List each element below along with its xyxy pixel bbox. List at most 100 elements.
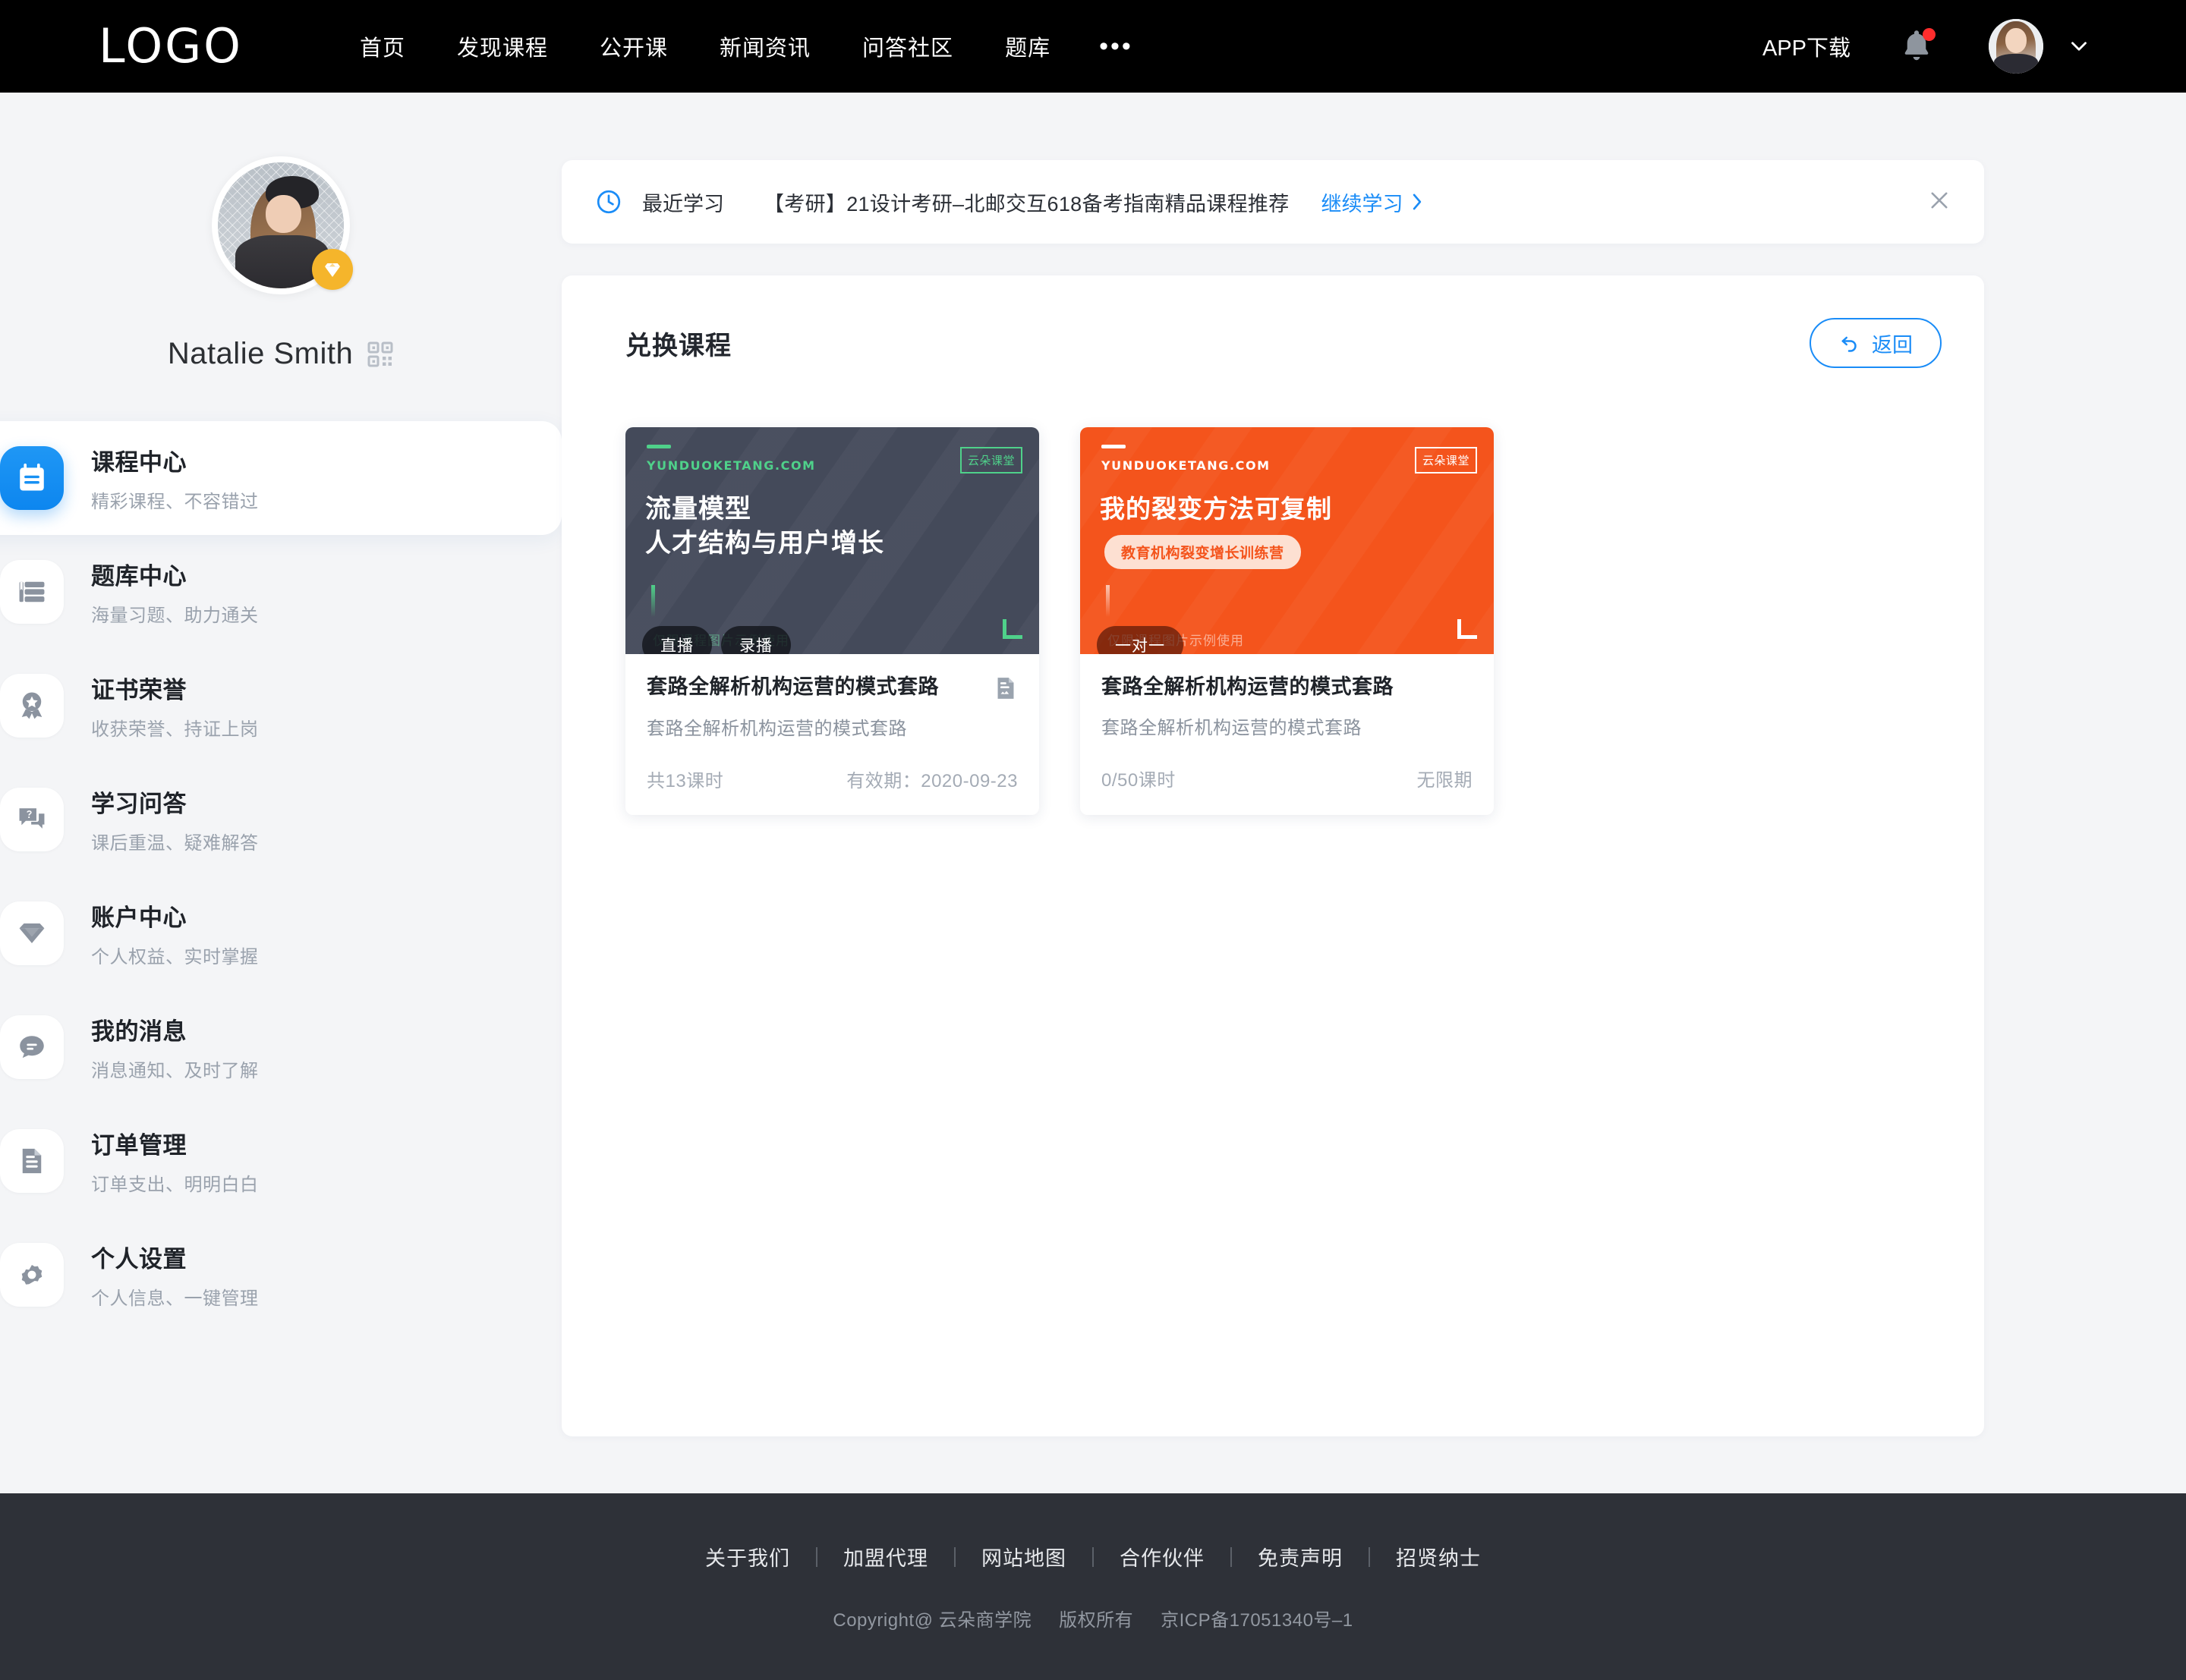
sidebar-item-sublabel: 课后重温、疑难解答 xyxy=(91,833,259,854)
diamond-icon xyxy=(19,923,45,943)
sidebar-item-sublabel: 订单支出、明明白白 xyxy=(91,1175,259,1195)
sidebar-item-sublabel: 消息通知、及时了解 xyxy=(91,1061,259,1081)
book-list-icon xyxy=(19,581,45,602)
cover-domain-text: YUNDUOKETANG.COM xyxy=(647,458,816,473)
continue-learning-link[interactable]: 继续学习 xyxy=(1321,187,1425,217)
medal-icon xyxy=(21,692,43,719)
nav-item-community[interactable]: 问答社区 xyxy=(836,30,979,62)
avatar-image xyxy=(1989,19,2043,74)
footer-link-about[interactable]: 关于我们 xyxy=(679,1542,816,1571)
panel-header: 兑换课程 返回 xyxy=(625,318,1942,368)
chat-bubble-icon xyxy=(20,1036,44,1059)
course-card[interactable]: YUNDUOKETANG.COM 云朵课堂 流量模型 人才结构与用户增长 仅限课… xyxy=(625,427,1039,815)
diamond-icon-box xyxy=(0,901,64,965)
chevron-down-icon[interactable] xyxy=(2066,33,2092,59)
sidebar-item-sublabel: 个人权益、实时掌握 xyxy=(91,947,259,967)
document-icon xyxy=(22,1148,42,1174)
recent-learning-banner: 最近学习 【考研】21设计考研–北邮交互618备考指南精品课程推荐 继续学习 xyxy=(562,160,1984,244)
question-bubble-icon xyxy=(19,808,45,829)
sidebar-item-learning-qa[interactable]: 学习问答 课后重温、疑难解答 xyxy=(0,763,562,876)
sidebar-item-label: 题库中心 xyxy=(91,563,187,590)
document-icon-box xyxy=(0,1129,64,1193)
undo-arrow-icon xyxy=(1841,336,1857,352)
nav-item-news[interactable]: 新闻资讯 xyxy=(694,30,836,62)
page-title: 兑换课程 xyxy=(625,331,732,360)
profile-block: Natalie Smith xyxy=(0,156,562,371)
footer-rights: 版权所有 xyxy=(1059,1610,1134,1631)
course-title: 套路全解析机构运营的模式套路 xyxy=(647,675,939,698)
course-subtitle: 套路全解析机构运营的模式套路 xyxy=(1101,718,1362,739)
course-card-list: YUNDUOKETANG.COM 云朵课堂 流量模型 人才结构与用户增长 仅限课… xyxy=(625,427,1942,815)
gear-icon xyxy=(21,1265,43,1285)
sidebar-item-label: 课程中心 xyxy=(91,449,187,476)
course-tag-one-to-one: 一对一 xyxy=(1097,626,1183,654)
nav-item-open-class[interactable]: 公开课 xyxy=(574,30,694,62)
cover-needle-decoration xyxy=(651,585,655,617)
exchange-course-panel: 兑换课程 返回 YUNDUOKETANG.COM 云朵课堂 流量模型 人才结构与… xyxy=(562,275,1984,1436)
profile-user-name: Natalie Smith xyxy=(167,337,354,370)
nav-item-discover[interactable]: 发现课程 xyxy=(431,30,574,62)
cover-subtitle-pill: 教育机构裂变增长训练营 xyxy=(1104,535,1301,569)
sidebar-item-my-messages[interactable]: 我的消息 消息通知、及时了解 xyxy=(0,990,562,1104)
main-content: 最近学习 【考研】21设计考研–北邮交互618备考指南精品课程推荐 继续学习 兑… xyxy=(562,93,2186,1493)
sidebar-menu: 课程中心 精彩课程、不容错过 题库中心 海量习题、助力通关 证书荣誉 收获荣誉、… xyxy=(0,421,562,1332)
nav-item-question-bank[interactable]: 题库 xyxy=(979,30,1076,62)
footer-copyright: Copyright@ 云朵商学院 xyxy=(833,1610,1032,1631)
course-tag-live: 直播 xyxy=(642,626,712,654)
sidebar-item-certificates[interactable]: 证书荣誉 收获荣誉、持证上岗 xyxy=(0,649,562,763)
sidebar-item-label: 我的消息 xyxy=(91,1018,187,1045)
course-title-row: 套路全解析机构运营的模式套路 xyxy=(647,674,1018,701)
cover-domain-text: YUNDUOKETANG.COM xyxy=(1101,458,1271,473)
diamond-icon xyxy=(325,263,340,277)
sidebar-item-sublabel: 精彩课程、不容错过 xyxy=(91,492,259,512)
file-icon[interactable] xyxy=(994,675,1018,701)
sidebar-item-account-center[interactable]: 账户中心 个人权益、实时掌握 xyxy=(0,876,562,990)
footer-link-disclaimer[interactable]: 免责声明 xyxy=(1232,1542,1369,1571)
sidebar-item-order-management[interactable]: 订单管理 订单支出、明明白白 xyxy=(0,1104,562,1218)
cover-accent-dash xyxy=(1101,445,1126,448)
course-card[interactable]: YUNDUOKETANG.COM 云朵课堂 我的裂变方法可复制 教育机构裂变增长… xyxy=(1080,427,1494,815)
back-button[interactable]: 返回 xyxy=(1810,318,1942,368)
vip-diamond-badge xyxy=(312,249,353,290)
course-tag-recorded: 录播 xyxy=(721,626,791,654)
app-download-link[interactable]: APP下载 xyxy=(1762,30,1851,62)
user-avatar[interactable] xyxy=(1989,19,2043,74)
book-list-icon-box xyxy=(0,560,64,624)
nav-more-icon[interactable]: ••• xyxy=(1076,33,1156,59)
cover-corner-mark xyxy=(1003,619,1022,639)
course-title: 套路全解析机构运营的模式套路 xyxy=(1101,675,1394,698)
page-body: Natalie Smith 课程中心 精彩课程、不容错过 题库中心 海量习题、助… xyxy=(0,93,2186,1493)
footer-link-sitemap[interactable]: 网站地图 xyxy=(956,1542,1092,1571)
course-card-body: 套路全解析机构运营的模式套路 套路全解析机构运营的模式套路 共13课时 有效期：… xyxy=(625,654,1039,815)
footer-link-franchise[interactable]: 加盟代理 xyxy=(817,1542,954,1571)
top-header: LOGO 首页 发现课程 公开课 新闻资讯 问答社区 题库 ••• APP下载 xyxy=(0,0,2186,93)
notification-bell-button[interactable] xyxy=(1899,27,1936,66)
sidebar-item-sublabel: 海量习题、助力通关 xyxy=(91,606,259,626)
course-validity: 有效期：2020-09-23 xyxy=(846,771,1018,791)
course-cover: YUNDUOKETANG.COM 云朵课堂 流量模型 人才结构与用户增长 仅限课… xyxy=(625,427,1039,654)
course-subtitle: 套路全解析机构运营的模式套路 xyxy=(647,719,907,739)
banner-course-title[interactable]: 【考研】21设计考研–北邮交互618备考指南精品课程推荐 xyxy=(764,187,1290,217)
cover-tag-list: 直播 录播 xyxy=(642,626,791,654)
header-actions: APP下载 xyxy=(1762,19,2092,74)
footer-icp[interactable]: 京ICP备17051340号–1 xyxy=(1161,1605,1353,1631)
sidebar-item-label: 订单管理 xyxy=(91,1132,187,1159)
sidebar-item-question-bank-center[interactable]: 题库中心 海量习题、助力通关 xyxy=(0,535,562,649)
cover-heading-line1: 流量模型 xyxy=(645,495,751,524)
cover-corner-mark xyxy=(1457,619,1477,639)
sidebar-item-course-center[interactable]: 课程中心 精彩课程、不容错过 xyxy=(0,421,562,535)
nav-item-home[interactable]: 首页 xyxy=(334,30,431,62)
footer-link-careers[interactable]: 招贤纳士 xyxy=(1370,1542,1507,1571)
sidebar-item-label: 个人设置 xyxy=(91,1246,187,1273)
profile-avatar-wrapper[interactable] xyxy=(212,156,353,294)
footer-link-partners[interactable]: 合作伙伴 xyxy=(1094,1542,1230,1571)
banner-close-button[interactable] xyxy=(1926,187,1952,217)
sidebar-item-personal-settings[interactable]: 个人设置 个人信息、一键管理 xyxy=(0,1218,562,1332)
qr-code-icon[interactable] xyxy=(367,341,394,368)
back-button-label: 返回 xyxy=(1872,333,1913,357)
cover-heading: 流量模型 人才结构与用户增长 xyxy=(645,492,884,561)
close-icon xyxy=(1931,192,1948,208)
site-logo[interactable]: LOGO xyxy=(99,23,243,70)
cover-heading-line1: 我的裂变方法可复制 xyxy=(1100,495,1332,523)
footer-link-list: 关于我们 加盟代理 网站地图 合作伙伴 免责声明 招贤纳士 xyxy=(679,1542,1507,1571)
